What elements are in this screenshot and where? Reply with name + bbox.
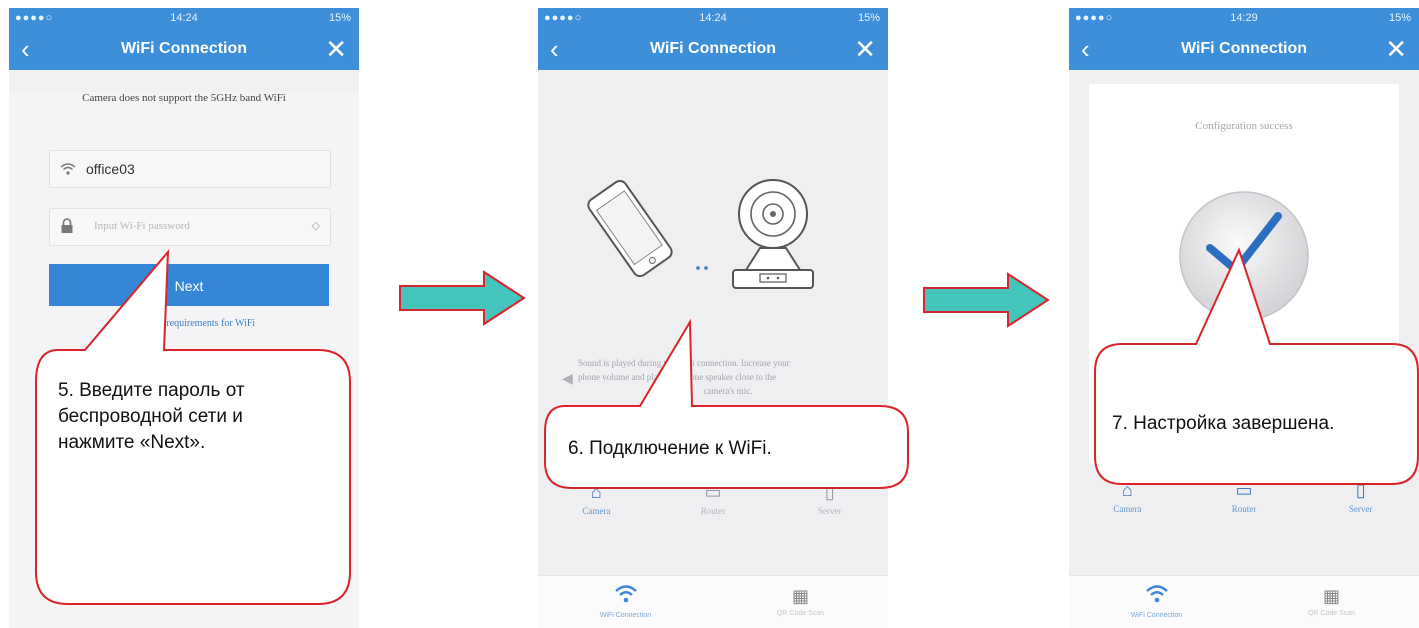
nav-bar: ‹ WiFi Connection ✕ (538, 28, 888, 70)
screen-configuration-success: ●●●●○ 14:29 15% ‹ WiFi Connection ✕ Conf… (1069, 8, 1419, 628)
callout-step-6: 6. Подключение к WiFi. (568, 438, 772, 459)
checkmark-icon (1179, 191, 1309, 321)
callout-line: нажмите «Next». (58, 432, 206, 453)
nav-title: WiFi Connection (120, 40, 248, 57)
ssid-value: office03 (86, 161, 135, 177)
nav-title: WiFi Connection (649, 40, 777, 57)
phone-illustration (587, 179, 673, 278)
callout-line: 5. Введите пароль от (58, 380, 245, 401)
eye-icon[interactable]: ◇ (312, 219, 320, 232)
screen-wifi-password: ●●●●○ 14:24 15% ‹ WiFi Connection ✕ Came… (9, 8, 359, 628)
step-camera: ⌂ Camera (556, 482, 636, 516)
router-step-icon: ▭ (1235, 480, 1253, 500)
tab-label: QR Code Scan (1307, 610, 1356, 617)
screen-content: ◀ Sound is played during the WiFi connec… (538, 70, 888, 628)
step-router: ▭ Router (673, 482, 753, 516)
status-bar: ●●●●○ 14:29 15% (1069, 8, 1419, 28)
speaker-icon: ◀ (562, 370, 573, 386)
ssid-field[interactable]: office03 (49, 150, 331, 188)
screen-wifi-connecting: ●●●●○ 14:24 15% ‹ WiFi Connection ✕ ◀ So… (538, 8, 888, 628)
camera-step-icon: ⌂ (1121, 480, 1133, 500)
sound-hint: Sound is played during the WiFi connecti… (578, 356, 878, 398)
status-time: 14:24 (170, 12, 198, 24)
battery-indicator: 15% (1388, 12, 1411, 24)
wifi-requirements-link[interactable]: What are the requirements for WiFi (9, 318, 359, 329)
step-camera: ⌂ Camera (1087, 480, 1167, 514)
camera-illustration (732, 179, 814, 289)
password-placeholder: Input Wi-Fi password (94, 220, 190, 232)
sound-hint-line: camera's mic. (703, 386, 753, 396)
callout-step-7: 7. Настройка завершена. (1112, 413, 1335, 434)
wifi-icon (614, 585, 637, 603)
status-bar: ●●●●○ 14:24 15% (9, 8, 359, 28)
camera-step-icon: ⌂ (590, 482, 602, 502)
battery-indicator: 15% (857, 12, 880, 24)
step-label: Router (700, 506, 726, 516)
step-label: Router (1231, 504, 1257, 514)
qr-code-icon: ▦ (1322, 586, 1340, 606)
progress-steps: ⌂ Camera ▭ Router ▯ Server (538, 482, 888, 516)
wifi-icon (60, 163, 76, 175)
qr-code-icon: ▦ (791, 586, 809, 606)
step-label: Camera (1113, 504, 1142, 514)
phone-camera-illustration (587, 179, 814, 289)
tab-wifi-connection[interactable]: WiFi Connection (1069, 576, 1244, 628)
close-icon[interactable]: ✕ (325, 34, 347, 65)
tab-bar: WiFi Connection ▦ QR Code Scan (538, 575, 888, 628)
step-label: Server (1348, 504, 1373, 514)
success-title: Configuration success (1195, 120, 1293, 132)
sound-hint-line: Sound is played during the WiFi connecti… (578, 358, 790, 368)
arrow-right-icon (923, 272, 1050, 328)
wifi-icon (1145, 585, 1168, 603)
screen-content: Camera does not support the 5GHz band Wi… (9, 92, 359, 628)
close-icon[interactable]: ✕ (854, 34, 876, 65)
progress-steps: ⌂ Camera ▭ Router ▯ Server (1069, 480, 1419, 514)
close-icon[interactable]: ✕ (1385, 34, 1407, 65)
arrow-right-icon (399, 270, 526, 326)
tab-label: WiFi Connection (599, 612, 652, 619)
status-time: 14:29 (1230, 12, 1258, 24)
nav-bar: ‹ WiFi Connection ✕ (1069, 28, 1419, 70)
tab-qr-scan[interactable]: ▦ QR Code Scan (713, 576, 888, 628)
band-note: Camera does not support the 5GHz band Wi… (82, 92, 286, 104)
password-field[interactable]: Input Wi-Fi password ◇ (49, 208, 331, 246)
screen-content: Configuration success ⌂ Camera ▭ Router … (1069, 70, 1419, 628)
server-step-icon: ▯ (824, 482, 835, 502)
callout-line: беспроводной сети и (58, 406, 243, 427)
tab-qr-scan[interactable]: ▦ QR Code Scan (1244, 576, 1419, 628)
step-label: Camera (582, 506, 611, 516)
step-router: ▭ Router (1204, 480, 1284, 514)
router-step-icon: ▭ (704, 482, 722, 502)
callout-step-5: 5. Введите пароль от беспроводной сети и… (58, 378, 245, 456)
nav-bar: ‹ WiFi Connection ✕ (9, 28, 359, 70)
status-bar: ●●●●○ 14:24 15% (538, 8, 888, 28)
tab-wifi-connection[interactable]: WiFi Connection (538, 576, 713, 628)
sound-hint-line: phone volume and place the phone speaker… (578, 372, 777, 382)
tab-label: QR Code Scan (776, 610, 825, 617)
step-label: Server (817, 506, 842, 516)
battery-indicator: 15% (328, 12, 351, 24)
next-button[interactable]: Next (49, 264, 329, 306)
step-server: ▯ Server (790, 482, 870, 516)
lock-icon (61, 218, 73, 233)
server-step-icon: ▯ (1355, 480, 1366, 500)
step-server: ▯ Server (1321, 480, 1401, 514)
nav-title: WiFi Connection (1180, 40, 1308, 57)
status-time: 14:24 (699, 12, 727, 24)
tab-bar: WiFi Connection ▦ QR Code Scan (1069, 575, 1419, 628)
tab-label: WiFi Connection (1130, 612, 1183, 619)
